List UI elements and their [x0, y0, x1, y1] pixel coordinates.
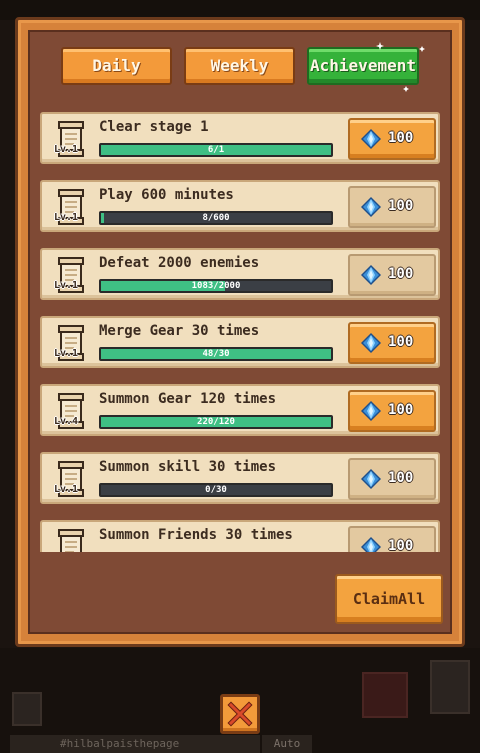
claim-all-button[interactable]: ClaimAll [335, 574, 443, 624]
progress-bar: 1083/2000 [99, 279, 333, 293]
quest-level: Lv.1 [54, 280, 79, 291]
quest-title: Summon Friends 30 times [99, 527, 293, 543]
quest-list[interactable]: Lv.1 Clear stage 1 6/1 100 Lv.1 Play 600… [40, 112, 440, 552]
progress-bar: 0/30 [99, 483, 333, 497]
progress-text: 6/1 [207, 145, 225, 155]
progress-bar: 220/120 [99, 415, 333, 429]
progress-text: 8/600 [202, 213, 230, 223]
quest-item: Lv.1 Summon skill 30 times 0/30 100 [40, 452, 440, 504]
reward-button[interactable]: 100 [348, 118, 436, 160]
reward-amount: 100 [388, 266, 414, 282]
progress-text: 1083/2000 [191, 281, 241, 291]
reward-amount: 100 [388, 130, 414, 146]
blue-gem-icon [361, 197, 381, 217]
quest-level: Lv.1 [54, 348, 79, 359]
background-menu-button [430, 660, 470, 714]
quest-level: Lv.1 [54, 484, 79, 495]
reward-button[interactable]: 100 [348, 390, 436, 432]
quest-title: Clear stage 1 [99, 119, 209, 135]
blue-gem-icon [361, 401, 381, 421]
background-upgrade-button [362, 672, 408, 718]
progress-text: 48/30 [202, 349, 230, 359]
quest-level: Lv.4 [54, 416, 79, 427]
reward-amount: 100 [388, 334, 414, 350]
reward-button[interactable]: 100 [348, 186, 436, 228]
progress-bar: 6/1 [99, 143, 333, 157]
background-auto-button: Auto [262, 735, 312, 753]
progress-text: 220/120 [197, 417, 235, 427]
quest-item: Lv.4 Summon Gear 120 times 220/120 100 [40, 384, 440, 436]
quest-item: Lv.1 Clear stage 1 6/1 100 [40, 112, 440, 164]
reward-button[interactable]: 100 [348, 458, 436, 500]
reward-amount: 100 [388, 402, 414, 418]
quest-level: Lv.1 [54, 212, 79, 223]
quest-item: Lv.1 Merge Gear 30 times 48/30 100 [40, 316, 440, 368]
quest-item: Lv.1 Defeat 2000 enemies 1083/2000 100 [40, 248, 440, 300]
quest-title: Summon Gear 120 times [99, 391, 277, 407]
quest-title: Summon skill 30 times [99, 459, 277, 475]
blue-gem-icon [361, 537, 381, 552]
blue-gem-icon [361, 129, 381, 149]
background-strip: #hilbalpaisthepage [10, 735, 260, 753]
scroll-icon [58, 529, 84, 552]
reward-amount: 100 [388, 538, 414, 552]
quest-title: Play 600 minutes [99, 187, 234, 203]
blue-gem-icon [361, 333, 381, 353]
reward-button[interactable]: 100 [348, 526, 436, 552]
blue-gem-icon [361, 265, 381, 285]
reward-button[interactable]: 100 [348, 322, 436, 364]
quest-item: Lv.1 Summon Friends 30 times 100 [40, 520, 440, 552]
close-button[interactable] [220, 694, 260, 734]
quest-title: Merge Gear 30 times [99, 323, 260, 339]
quest-level: Lv.1 [54, 144, 79, 155]
tab-daily[interactable]: Daily [61, 47, 172, 85]
quest-item: Lv.1 Play 600 minutes 8/600 100 [40, 180, 440, 232]
reward-button[interactable]: 100 [348, 254, 436, 296]
sparkle-icon [376, 42, 425, 92]
progress-text: 0/30 [205, 485, 227, 495]
quest-title: Defeat 2000 enemies [99, 255, 260, 271]
blue-gem-icon [361, 469, 381, 489]
reward-amount: 100 [388, 198, 414, 214]
close-x-icon [227, 701, 253, 727]
reward-amount: 100 [388, 470, 414, 486]
progress-bar: 8/600 [99, 211, 333, 225]
background-left-slot [12, 692, 42, 726]
progress-bar: 48/30 [99, 347, 333, 361]
tab-weekly[interactable]: Weekly [184, 47, 295, 85]
